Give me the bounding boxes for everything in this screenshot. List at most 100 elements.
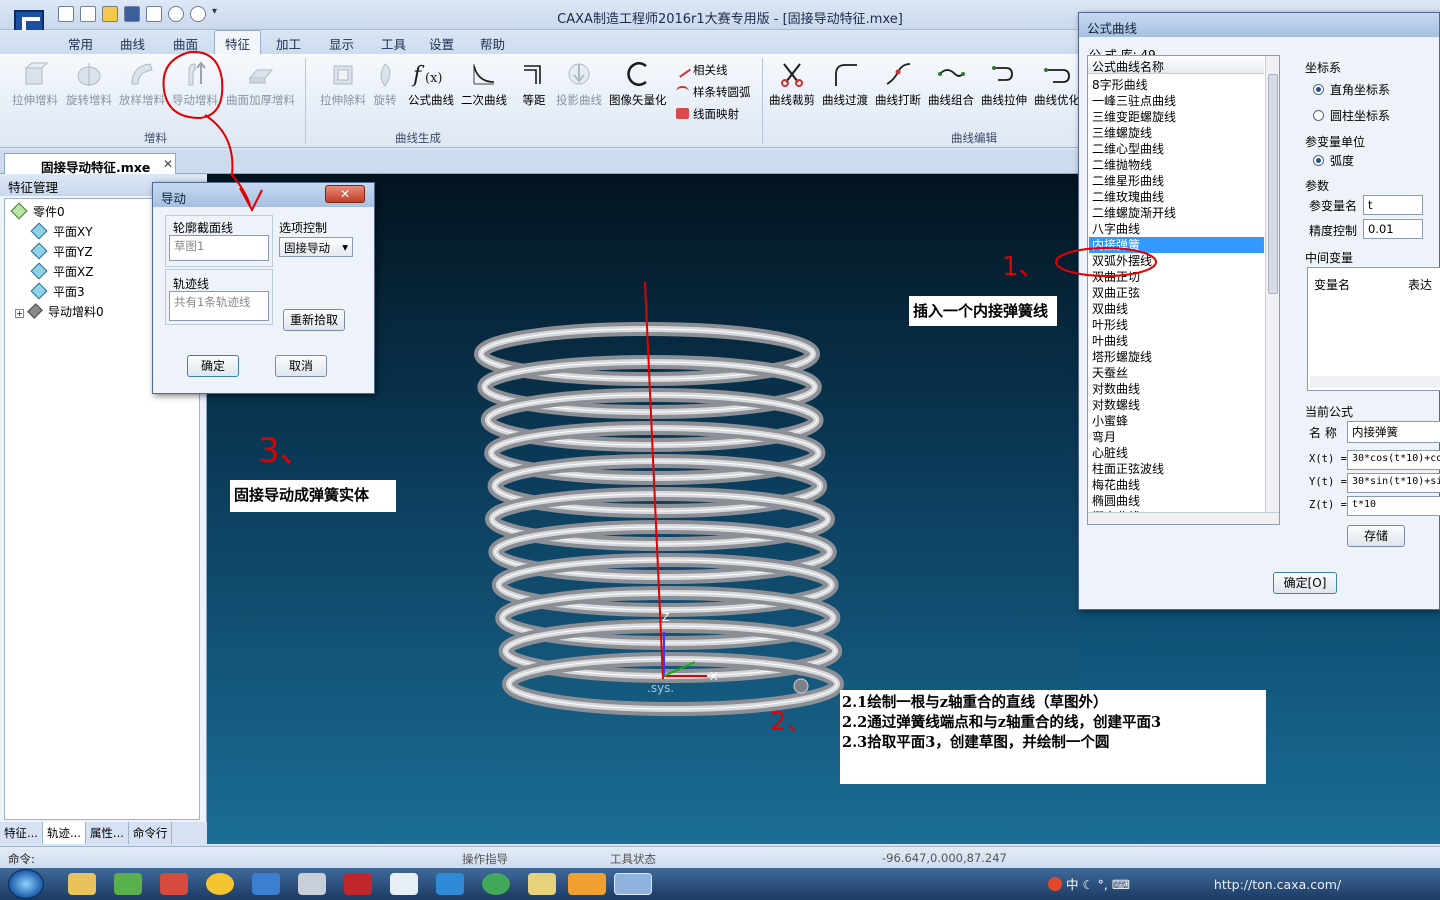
curve-join-button[interactable]: 曲线组合 [928,60,974,108]
formula-list-item[interactable]: 椭圆曲线 [1092,493,1140,509]
formula-list-item[interactable]: 二维螺旋渐开线 [1092,205,1176,221]
document-tab[interactable]: 固接导动特征.mxe ✕ [4,153,176,175]
close-icon[interactable]: ✕ [163,157,173,171]
curve-extend-button[interactable]: 曲线拉伸 [981,60,1027,108]
xt-input[interactable]: 30*cos(t*10)+co [1347,450,1440,470]
list-header[interactable]: 公式曲线名称 [1088,56,1264,74]
sweep-add-button[interactable]: 导动增料 [172,60,218,108]
precision-input[interactable]: 0.01 [1363,219,1423,239]
revolve-add-button[interactable]: 旋转增料 [66,60,112,108]
formula-list-item[interactable]: 柱面正弦波线 [1092,461,1164,477]
explorer-icon[interactable] [68,873,96,895]
tab-trajectory[interactable]: 轨迹... [42,822,86,844]
ok-button[interactable]: 确定 [187,355,239,377]
formula-list-item[interactable]: 叶曲线 [1092,333,1128,349]
solidworks-icon[interactable] [344,873,372,895]
formula-name-input[interactable]: 内接弹簧 [1347,421,1440,443]
formula-list-item[interactable]: 三维螺旋线 [1092,125,1152,141]
repick-button[interactable]: 重新拾取 [283,309,345,331]
formula-list-item[interactable]: 一峰三驻点曲线 [1092,93,1176,109]
conic-curve-button[interactable]: 二次曲线 [461,60,507,108]
formula-list-item[interactable]: 塔形螺旋线 [1092,349,1152,365]
ime-indicator[interactable]: 中 [1066,877,1079,892]
radian-radio[interactable]: 弧度 [1313,152,1354,169]
save-icon[interactable] [124,6,140,22]
formula-list[interactable]: 公式曲线名称 8字形曲线 一峰三驻点曲线 三维变距螺旋线 三维螺旋线 二维心型曲线 二维抛… [1087,55,1280,525]
tab-help[interactable]: 帮助 [480,34,505,53]
formula-list-item[interactable]: 二维抛物线 [1092,157,1152,173]
profile-field[interactable]: 草图1 [169,235,269,261]
table-scrollbar[interactable] [1310,376,1440,388]
tab-machining[interactable]: 加工 [276,34,301,53]
curve-optimize-button[interactable]: 曲线优化 [1034,60,1080,108]
formula-list-item[interactable]: 双曲正弦 [1092,285,1140,301]
formula-list-item[interactable]: 对数螺线 [1092,397,1140,413]
curve-break-button[interactable]: 曲线打断 [875,60,921,108]
extrude-add-button[interactable]: 拉伸增料 [12,60,58,108]
moon-icon[interactable]: ☾ °, [1082,877,1107,892]
formula-list-item[interactable]: 小蜜蜂 [1092,413,1128,429]
tab-surface[interactable]: 曲面 [173,34,198,53]
loft-add-button[interactable]: 放样增料 [119,60,165,108]
formula-list-item[interactable]: 对数曲线 [1092,381,1140,397]
app-icon[interactable] [390,873,418,895]
formula-list-item[interactable]: 三维变距螺旋线 [1092,109,1176,125]
app-icon[interactable] [252,873,280,895]
tree-node-plane-yz[interactable]: 平面YZ [30,242,93,260]
tab-display[interactable]: 显示 [329,34,354,53]
curve-trim-button[interactable]: 曲线裁剪 [769,60,815,108]
offset-button[interactable]: 等距 [520,60,548,108]
formula-list-item[interactable]: 双弧外摆线 [1092,253,1152,269]
spline-to-arc-button[interactable]: 样条转圆弧 [676,84,751,100]
new-file-icon[interactable] [58,6,74,22]
expand-icon[interactable]: + [15,309,24,318]
option-select[interactable]: 固接导动 ▾ [279,237,353,257]
tree-node-sweep[interactable]: + 导动增料0 [15,303,104,320]
formula-list-item[interactable]: 内接弹簧 [1089,237,1264,253]
projection-curve-button[interactable]: 投影曲线 [556,60,602,108]
tab-properties[interactable]: 属性... [86,822,129,844]
formula-list-item[interactable]: 双曲正切 [1092,269,1140,285]
formula-list-item[interactable]: 心脏线 [1092,445,1128,461]
related-line-button[interactable]: 相关线 [674,61,728,78]
coord-cartesian-radio[interactable]: 直角坐标系 [1313,81,1390,98]
caxa-taskbar-icon[interactable] [614,873,652,895]
redo-icon[interactable] [190,6,206,22]
tree-node-plane-xz[interactable]: 平面XZ [30,262,93,280]
vertical-scrollbar[interactable] [1265,56,1279,512]
ime-icon[interactable] [1048,877,1062,891]
formula-list-item[interactable]: 二维玫瑰曲线 [1092,189,1164,205]
formula-list-item[interactable]: 8字形曲线 [1092,77,1148,93]
tab-command-line[interactable]: 命令行 [129,822,173,844]
start-button[interactable] [8,869,44,899]
formula-list-item[interactable]: 二维星形曲线 [1092,173,1164,189]
yt-input[interactable]: 30*sin(t*10)+si [1347,473,1440,493]
ok-button[interactable]: 确定[O] [1273,572,1337,594]
surface-thicken-button[interactable]: 曲面加厚增料 [226,60,295,108]
intermediate-var-table[interactable]: 变量名 表达 [1307,267,1440,391]
formula-list-item[interactable]: 叶形线 [1092,317,1128,333]
tree-node-part[interactable]: 零件0 [10,202,65,220]
save-formula-button[interactable]: 存储 [1347,525,1405,547]
app-icon[interactable] [482,873,510,895]
tree-node-plane-3[interactable]: 平面3 [30,282,85,300]
tab-common[interactable]: 常用 [68,34,93,53]
formula-list-item[interactable]: 双曲线 [1092,301,1128,317]
app-icon[interactable] [436,873,464,895]
formula-list-item[interactable]: 八字曲线 [1092,221,1140,237]
close-icon[interactable]: ✕ [325,185,365,203]
scroll-thumb[interactable] [1268,74,1278,294]
formula-list-item[interactable]: 梅花曲线 [1092,477,1140,493]
app-icon[interactable] [160,873,188,895]
print-icon[interactable] [146,6,162,22]
param-name-input[interactable]: t [1363,195,1423,215]
app-icon[interactable] [528,873,556,895]
app-icon[interactable] [568,873,606,895]
folder-icon[interactable] [102,6,118,22]
image-vectorize-button[interactable]: 图像矢量化 [609,60,667,108]
tab-feature[interactable]: 特征 [214,30,262,54]
chrome-icon[interactable] [206,873,234,895]
formula-list-item[interactable]: 天蚕丝 [1092,365,1128,381]
line-surface-map-button[interactable]: 线面映射 [676,106,739,122]
open-file-icon[interactable] [80,6,96,22]
